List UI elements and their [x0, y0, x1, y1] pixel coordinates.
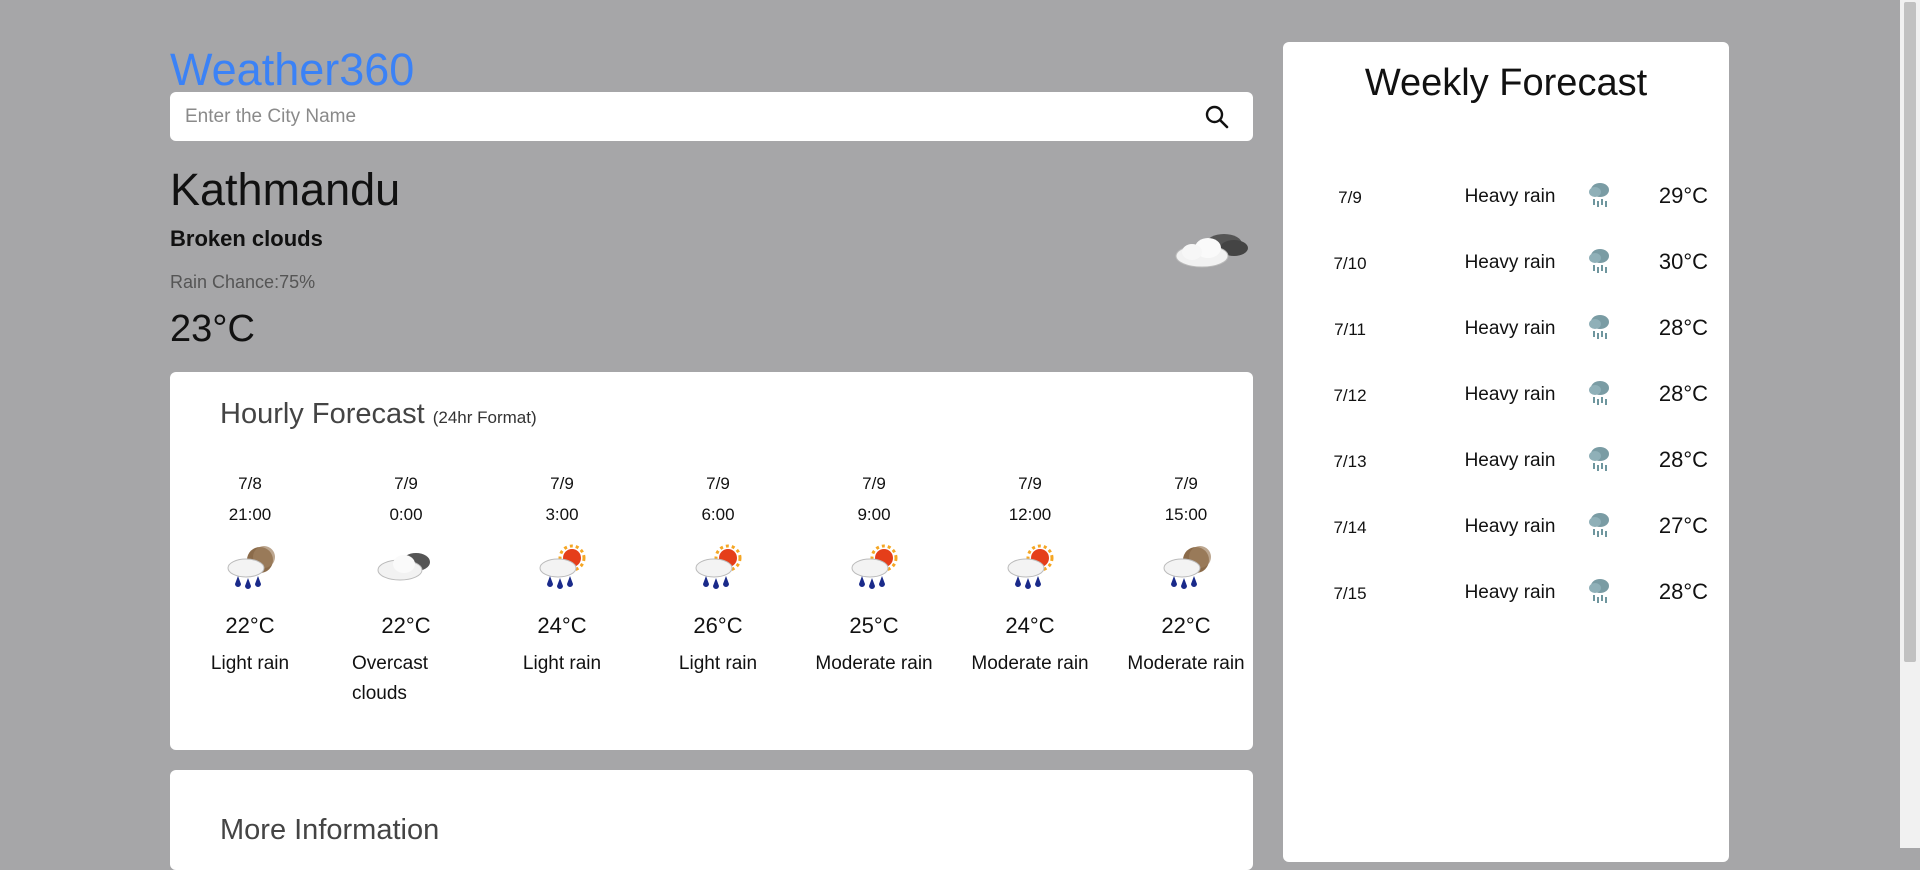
- hour-time: 3:00: [545, 505, 579, 524]
- weekly-temperature: 29°C: [1658, 183, 1708, 208]
- weekly-condition: Heavy rain: [1464, 186, 1556, 207]
- broken-clouds-icon: [1170, 222, 1252, 279]
- weekly-row: 7/14 Heavy rain 27°C: [1283, 508, 1729, 548]
- hour-time: 9:00: [857, 505, 891, 524]
- hour-description: Moderate rain: [971, 653, 1089, 674]
- weekly-date: 7/14: [1333, 518, 1367, 537]
- weekly-condition: Heavy rain: [1464, 582, 1556, 603]
- rain-sun-icon: [640, 537, 796, 597]
- hour-temperature: 26°C: [693, 613, 743, 638]
- rain-night-icon: [1108, 537, 1264, 597]
- hour-time: 0:00: [389, 505, 423, 524]
- app-logo[interactable]: Weather360: [170, 44, 414, 96]
- weekly-temperature: 28°C: [1658, 579, 1708, 604]
- heavy-rain-icon: [1585, 376, 1615, 415]
- heavy-rain-icon: [1585, 244, 1615, 283]
- hour-time: 21:00: [228, 505, 272, 524]
- weekly-row: 7/10 Heavy rain 30°C: [1283, 244, 1729, 284]
- heavy-rain-icon: [1585, 178, 1615, 217]
- weekly-temperature: 28°C: [1658, 447, 1708, 472]
- heavy-rain-icon: [1585, 508, 1615, 547]
- hour-temperature: 24°C: [1005, 613, 1055, 638]
- weekly-date: 7/9: [1338, 188, 1362, 207]
- hour-description: Light rain: [210, 653, 290, 674]
- hourly-forecast-heading: Hourly Forecast (24hr Format): [220, 398, 537, 431]
- weekly-row: 7/12 Heavy rain 28°C: [1283, 376, 1729, 416]
- weekly-forecast-panel: Weekly Forecast 7/9 Heavy rain 29°C 7/10…: [1283, 42, 1729, 862]
- hour-time: 12:00: [1008, 505, 1052, 524]
- weekly-date: 7/12: [1333, 386, 1367, 405]
- weekly-temperature: 27°C: [1658, 513, 1708, 538]
- hourly-item: 7/9 6:00 26°C Light rain: [640, 474, 796, 679]
- hour-temperature: 22°C: [381, 613, 431, 638]
- hour-time: 15:00: [1164, 505, 1208, 524]
- heavy-rain-icon: [1585, 310, 1615, 349]
- city-search-input[interactable]: [170, 92, 1197, 141]
- rain-sun-icon: [952, 537, 1108, 597]
- hourly-item: 7/8 21:00 22°C Light rain: [172, 474, 328, 679]
- hourly-item: 7/9 0:00 22°C Overcast clouds: [328, 474, 484, 709]
- weekly-condition: Heavy rain: [1464, 450, 1556, 471]
- more-information-title: More Information: [220, 814, 440, 846]
- hour-description: Moderate rain: [815, 653, 933, 674]
- hour-description: Moderate rain: [1127, 653, 1245, 674]
- weekly-condition: Heavy rain: [1464, 516, 1556, 537]
- hour-date: 7/9: [394, 474, 418, 493]
- weekly-temperature: 30°C: [1658, 249, 1708, 274]
- hour-date: 7/9: [1018, 474, 1042, 493]
- hour-date: 7/8: [238, 474, 262, 493]
- heavy-rain-icon: [1585, 574, 1615, 613]
- rain-sun-icon: [484, 537, 640, 597]
- weekly-date: 7/13: [1333, 452, 1367, 471]
- hour-date: 7/9: [862, 474, 886, 493]
- hour-date: 7/9: [706, 474, 730, 493]
- weekly-condition: Heavy rain: [1464, 384, 1556, 405]
- heavy-rain-icon: [1585, 442, 1615, 481]
- hour-temperature: 22°C: [225, 613, 275, 638]
- current-temperature: 23°C: [170, 308, 255, 350]
- page-scrollbar[interactable]: [1900, 0, 1920, 848]
- weekly-row: 7/13 Heavy rain 28°C: [1283, 442, 1729, 482]
- more-information-card: More Information: [170, 770, 1253, 870]
- search-icon: [1205, 105, 1229, 128]
- city-name: Kathmandu: [170, 164, 401, 215]
- hourly-item: 7/9 9:00 25°C Moderate rain: [796, 474, 952, 679]
- weekly-temperature: 28°C: [1658, 315, 1708, 340]
- weekly-condition: Heavy rain: [1464, 252, 1556, 273]
- hourly-forecast-card: Hourly Forecast (24hr Format) 7/8 21:00 …: [170, 372, 1253, 750]
- rain-night-icon: [172, 537, 328, 597]
- hourly-forecast-subtitle: (24hr Format): [432, 408, 537, 427]
- hourly-item: 7/9 12:00 24°C Moderate rain: [952, 474, 1108, 679]
- hour-description: Overcast clouds: [352, 653, 429, 704]
- weekly-date: 7/11: [1334, 320, 1366, 339]
- weekly-temperature: 28°C: [1658, 381, 1708, 406]
- weekly-condition: Heavy rain: [1464, 318, 1556, 339]
- search-button[interactable]: [1197, 97, 1237, 137]
- weekly-date: 7/15: [1333, 584, 1367, 603]
- hour-description: Light rain: [522, 653, 602, 674]
- rain-chance: Rain Chance:75%: [170, 272, 316, 292]
- weekly-row: 7/11 Heavy rain 28°C: [1283, 310, 1729, 350]
- hourly-item: 7/9 15:00 22°C Moderate rain: [1108, 474, 1264, 679]
- scrollbar-thumb[interactable]: [1904, 2, 1916, 662]
- weekly-date: 7/10: [1333, 254, 1367, 273]
- hour-date: 7/9: [550, 474, 574, 493]
- hour-temperature: 25°C: [849, 613, 899, 638]
- hourly-forecast-title: Hourly Forecast: [220, 398, 425, 430]
- hourly-item: 7/9 3:00 24°C Light rain: [484, 474, 640, 679]
- weekly-forecast-title: Weekly Forecast: [1364, 62, 1648, 104]
- hour-time: 6:00: [701, 505, 735, 524]
- search-bar: [170, 92, 1253, 141]
- current-condition: Broken clouds: [170, 226, 323, 251]
- weekly-row: 7/15 Heavy rain 28°C: [1283, 574, 1729, 614]
- hour-description: Light rain: [678, 653, 758, 674]
- rain-sun-icon: [796, 537, 952, 597]
- hour-date: 7/9: [1174, 474, 1198, 493]
- overcast-clouds-icon: [328, 537, 484, 597]
- weekly-row: 7/9 Heavy rain 29°C: [1283, 178, 1729, 218]
- hour-temperature: 24°C: [537, 613, 587, 638]
- hour-temperature: 22°C: [1161, 613, 1211, 638]
